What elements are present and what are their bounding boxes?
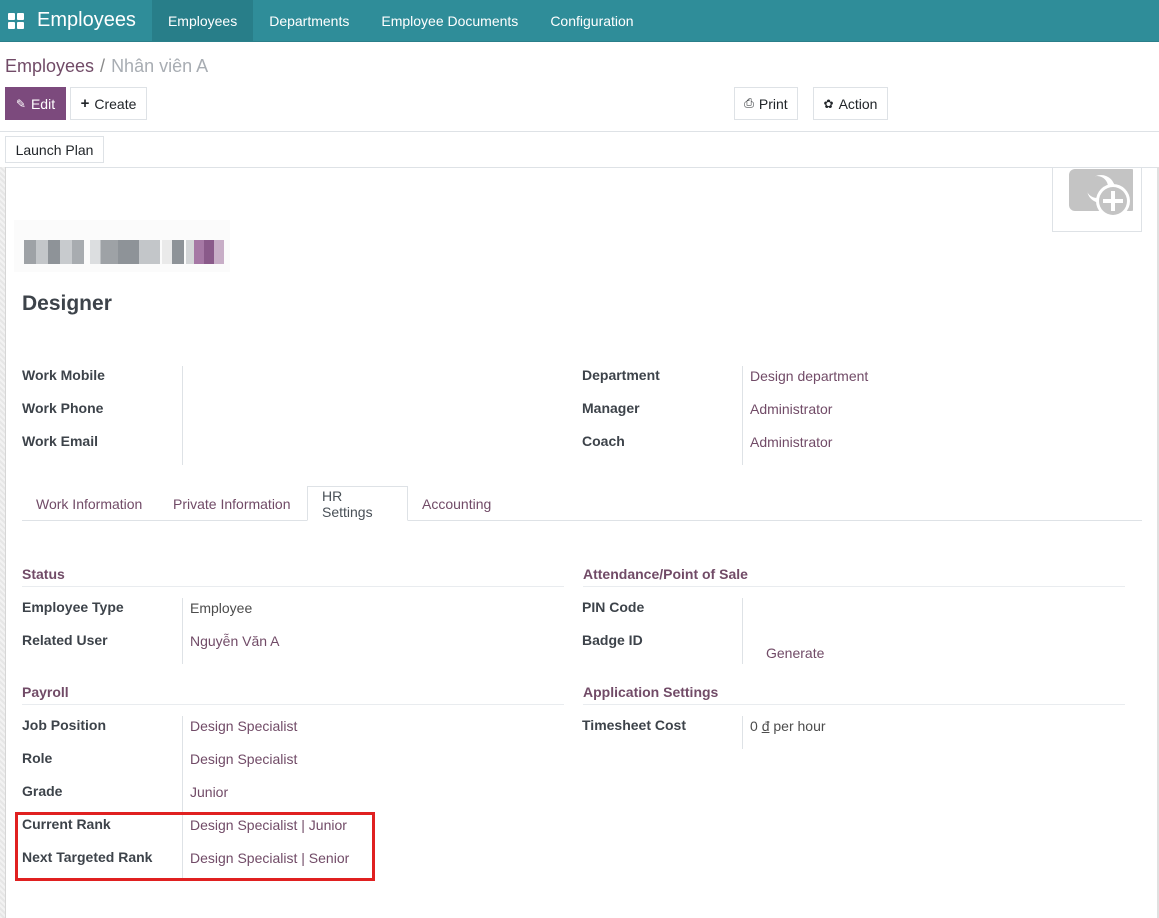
nav-item-employees[interactable]: Employees [151,0,254,41]
tab-accounting[interactable]: Accounting [408,486,505,521]
tab-work-information[interactable]: Work Information [22,486,156,521]
coach-value[interactable]: Administrator [750,434,832,450]
grade-label: Grade [22,783,63,799]
breadcrumb-current: Nhân viên A [111,56,209,76]
job-position-value[interactable]: Design Specialist [190,718,297,734]
plus-icon: + [80,95,90,112]
field-divider [742,598,743,664]
pencil-icon: ✎ [15,96,26,111]
field-divider [182,598,183,664]
group-divider [583,586,1125,587]
launch-plan-button[interactable]: Launch Plan [5,136,104,163]
top-navbar: Employees Employees Departments Employee… [0,0,1159,42]
nav-item-configuration[interactable]: Configuration [534,0,649,41]
breadcrumb: Employees / Nhân viên A [5,56,208,77]
employee-name-redacted [14,220,230,272]
employee-type-label: Employee Type [22,599,124,615]
job-title: Designer [22,292,112,315]
add-photo-icon [1069,169,1133,218]
app-title[interactable]: Employees [28,0,152,41]
generate-badge-button[interactable]: Generate [766,645,824,661]
badge-id-label: Badge ID [582,632,643,648]
tab-hr-settings[interactable]: HR Settings [307,486,408,521]
printer-icon: ⎙ [744,96,754,110]
print-button-label: Print [758,95,788,112]
grade-value[interactable]: Junior [190,784,228,800]
employee-type-value[interactable]: Employee [190,600,252,616]
edit-button-label: Edit [30,95,56,112]
action-button[interactable]: ✿ Action [813,87,888,120]
print-button[interactable]: ⎙ Print [734,87,798,120]
edit-button[interactable]: ✎ Edit [5,87,66,120]
gear-icon: ✿ [823,96,834,111]
timesheet-cost-label: Timesheet Cost [582,717,686,733]
create-button-label: Create [94,95,137,112]
apps-grid-icon[interactable] [0,0,28,41]
tab-private-information[interactable]: Private Information [159,486,305,521]
work-phone-label: Work Phone [22,400,104,416]
timesheet-cost-amount: 0 [750,718,758,734]
role-label: Role [22,750,53,766]
job-position-label: Job Position [22,717,106,733]
sheet-top-border [6,167,1159,168]
breadcrumb-separator: / [100,56,106,76]
nav-item-employee-documents[interactable]: Employee Documents [365,0,534,41]
field-divider [182,366,183,465]
related-user-label: Related User [22,632,108,648]
timesheet-cost-suffix: per hour [773,718,826,734]
sheet-left-gutter [0,167,6,918]
department-value[interactable]: Design department [750,368,868,384]
field-divider [742,366,743,465]
create-button[interactable]: + Create [70,87,147,120]
group-divider [583,704,1125,705]
nav-item-departments[interactable]: Departments [253,0,365,41]
department-label: Department [582,367,660,383]
currency-symbol: đ [761,718,770,734]
payroll-group-title: Payroll [22,684,69,700]
manager-label: Manager [582,400,640,416]
timesheet-cost-value: 0 đ per hour [750,718,826,734]
field-divider [742,716,743,749]
coach-label: Coach [582,433,625,449]
role-value[interactable]: Design Specialist [190,751,297,767]
control-panel-divider [0,131,1159,132]
breadcrumb-employees-link[interactable]: Employees [5,56,94,77]
work-mobile-label: Work Mobile [22,367,105,383]
application-settings-title: Application Settings [583,684,719,700]
action-button-label: Action [838,95,878,112]
group-divider [22,704,564,705]
rank-highlight-box [15,812,375,881]
attendance-group-title: Attendance/Point of Sale [583,566,748,582]
employee-avatar[interactable] [1052,167,1142,232]
manager-value[interactable]: Administrator [750,401,832,417]
status-group-title: Status [22,566,65,582]
group-divider [22,586,564,587]
related-user-value[interactable]: Nguyễn Văn A [190,633,280,649]
pin-code-label: PIN Code [582,599,645,615]
work-email-label: Work Email [22,433,98,449]
